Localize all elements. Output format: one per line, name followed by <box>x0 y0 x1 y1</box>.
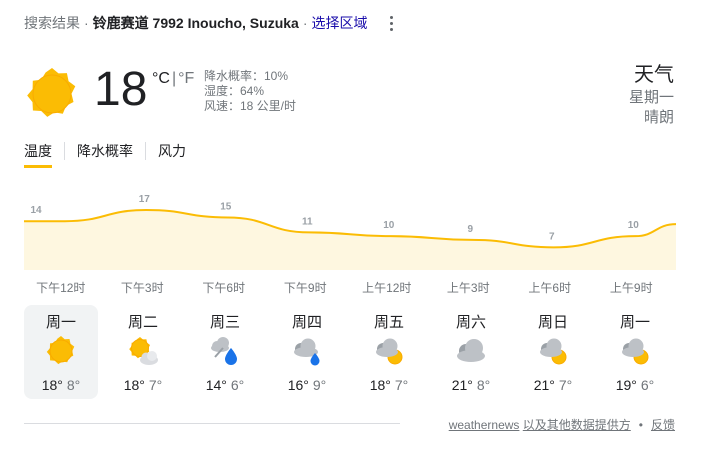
summary-day: 星期一 <box>628 89 674 106</box>
data-label: 10 <box>383 220 395 231</box>
humidity-text: 湿度：64% <box>204 84 265 98</box>
day-card[interactable]: 周日 21° 7° <box>516 305 590 399</box>
celsius-toggle[interactable]: °C <box>152 70 170 87</box>
high-temp: 21° <box>451 377 473 393</box>
header-separator: · <box>302 15 308 31</box>
low-temp: 8° <box>66 377 81 393</box>
summary-condition: 晴朗 <box>643 109 674 126</box>
data-label: 15 <box>220 201 232 212</box>
fahrenheit-toggle[interactable]: °F <box>178 70 194 87</box>
tab-temperature[interactable]: 温度 <box>24 141 52 168</box>
high-temp: 18° <box>123 377 145 393</box>
day-card[interactable]: 周二 18° 7° <box>106 305 180 399</box>
time-label: 上午12时 <box>362 281 412 295</box>
day-card[interactable]: 周一 18° 8° <box>24 305 98 399</box>
day-name: 周四 <box>291 314 322 331</box>
summary-title: 天气 <box>634 64 674 86</box>
partly-cloudy-icon <box>129 337 158 365</box>
day-name: 周三 <box>209 314 240 331</box>
day-card[interactable]: 周五 18° 7° <box>352 305 426 399</box>
day-name: 周二 <box>127 314 158 331</box>
mostly-cloudy-icon <box>376 338 403 365</box>
time-label: 上午3时 <box>446 281 490 295</box>
day-name: 周日 <box>537 314 568 331</box>
day-card[interactable]: 周六 21° 8° <box>434 305 508 399</box>
time-label: 下午3时 <box>120 281 164 295</box>
time-label: 下午6时 <box>202 281 246 295</box>
feedback-link[interactable]: 反馈 <box>651 418 675 432</box>
header-prefix: 搜索结果 <box>24 15 80 31</box>
data-label: 10 <box>628 220 640 231</box>
tab-divider <box>145 142 146 160</box>
day-card[interactable]: 周一 19° 6° <box>598 305 672 399</box>
weather-summary: 天气 星期一 晴朗 <box>629 62 674 128</box>
day-card[interactable]: 周四 16° 9° <box>270 305 344 399</box>
day-name: 周五 <box>373 314 404 331</box>
showers-icon <box>294 338 320 366</box>
low-temp: 7° <box>394 377 409 393</box>
high-temp: 18° <box>41 377 63 393</box>
footer-divider <box>24 423 400 424</box>
low-temp: 9° <box>312 377 327 393</box>
search-result-header: 搜索结果 · 铃鹿赛道 7992 Inoucho, Suzuka · 选择区域 <box>24 12 368 34</box>
low-temp: 7° <box>558 377 573 393</box>
sunny-icon <box>46 336 75 365</box>
precipitation-text: 降水概率：10% <box>204 69 289 83</box>
data-label: 9 <box>467 224 473 235</box>
sunny-icon <box>27 68 76 117</box>
time-label: 上午9时 <box>609 281 653 295</box>
header-separator: · <box>84 15 89 31</box>
high-temp: 16° <box>287 377 309 393</box>
unit-switcher: °C | °F <box>152 70 195 87</box>
high-temp: 14° <box>205 377 227 393</box>
current-temperature: 18 <box>94 63 148 116</box>
tab-divider <box>64 142 65 160</box>
time-axis: 下午12时 下午3时 下午6时 下午9时 上午12时 上午3时 上午6时 上午9时 <box>24 279 676 295</box>
data-label: 11 <box>302 216 313 227</box>
high-temp: 19° <box>615 377 637 393</box>
temperature-area <box>24 210 676 270</box>
mostly-cloudy-icon <box>622 338 649 365</box>
other-providers-link[interactable]: 以及其他数据提供方 <box>523 418 631 432</box>
data-label: 14 <box>30 205 42 216</box>
data-label: 17 <box>139 194 151 205</box>
weather-details: 降水概率：10% 湿度：64% 风速：18 公里/时 <box>204 69 296 114</box>
tab-wind[interactable]: 风力 <box>158 141 186 168</box>
low-temp: 6° <box>230 377 245 393</box>
temperature-chart: 14 17 15 11 10 9 7 10 <box>24 194 676 270</box>
time-label: 上午6时 <box>528 281 572 295</box>
location-title: 铃鹿赛道 7992 Inoucho, Suzuka <box>92 15 299 31</box>
wind-text: 风速：18 公里/时 <box>204 99 297 113</box>
footer-dot: • <box>638 418 643 432</box>
time-label: 下午12时 <box>36 281 86 295</box>
weathernews-link[interactable]: weathernews <box>449 418 520 432</box>
high-temp: 21° <box>533 377 555 393</box>
more-options-icon[interactable] <box>382 13 400 33</box>
high-temp: 18° <box>369 377 391 393</box>
data-label: 7 <box>549 231 555 242</box>
select-region-link[interactable]: 选择区域 <box>312 13 368 33</box>
low-temp: 7° <box>148 377 163 393</box>
mostly-cloudy-icon <box>540 338 567 365</box>
low-temp: 6° <box>640 377 655 393</box>
day-card[interactable]: 周三 14° 6° <box>188 305 262 399</box>
chart-tabs: 温度 降水概率 风力 <box>24 141 186 168</box>
cloudy-icon <box>457 339 485 362</box>
day-name: 周一 <box>45 314 76 331</box>
rain-icon <box>211 337 237 365</box>
footer: weathernews 以及其他数据提供方 • 反馈 <box>449 416 675 433</box>
tab-precipitation[interactable]: 降水概率 <box>77 141 133 168</box>
day-name: 周一 <box>619 314 650 331</box>
day-name: 周六 <box>455 314 486 331</box>
time-label: 下午9时 <box>283 281 327 295</box>
daily-forecast: 周一 18° 8° 周二 18° 7° 周三 14° 6° 周四 16° 9° … <box>24 305 684 399</box>
low-temp: 8° <box>476 377 491 393</box>
